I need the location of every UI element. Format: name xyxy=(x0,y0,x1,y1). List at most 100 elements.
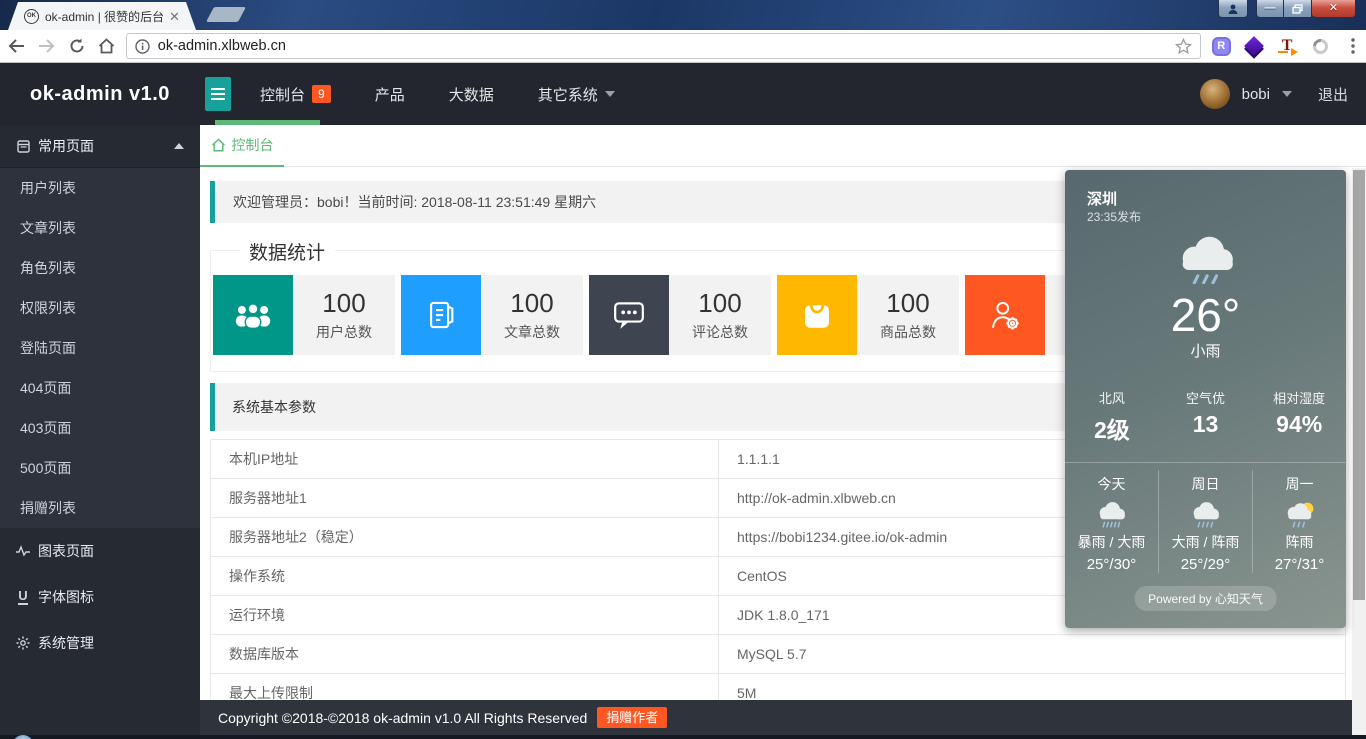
username[interactable]: bobi xyxy=(1242,86,1270,103)
app-logo: ok-admin v1.0 xyxy=(0,63,200,125)
sidebar-section-system-management[interactable]: 系统管理 xyxy=(0,620,200,666)
stat-label: 文章总数 xyxy=(504,322,560,342)
bookmark-star-icon[interactable] xyxy=(1175,38,1192,55)
reload-button[interactable] xyxy=(64,33,90,59)
table-row: 数据库版本 MySQL 5.7 xyxy=(211,635,1345,674)
stats-title: 数据统计 xyxy=(239,238,335,265)
users-icon xyxy=(213,275,293,355)
screenshot-root: OK ok-admin | 很赞的后台模 ✕ — ✕ xyxy=(0,0,1366,739)
browser-toolbar: ok-admin.xlbweb.cn R T xyxy=(0,30,1366,63)
restore-icon xyxy=(1292,4,1303,14)
sidebar-item-403-page[interactable]: 403页面 xyxy=(0,408,200,448)
tab-title: ok-admin | 很赞的后台模 xyxy=(45,8,163,25)
chevron-up-icon xyxy=(174,143,184,149)
minimize-button[interactable]: — xyxy=(1256,0,1284,18)
stat-card-comments: 100 评论总数 xyxy=(589,275,771,355)
weather-published: 23:35发布 xyxy=(1087,208,1141,225)
weather-forecast: 今天 暴雨 / 大雨 25°/30° 周日 xyxy=(1065,470,1346,573)
browser-titlebar: OK ok-admin | 很赞的后台模 ✕ — ✕ xyxy=(0,0,1366,30)
nav-item-bigdata[interactable]: 大数据 xyxy=(427,63,516,125)
reload-icon xyxy=(69,38,85,54)
hamburger-menu-button[interactable] xyxy=(205,77,231,111)
app-navbar: ok-admin v1.0 控制台 9 产品 大数据 其它系统 bobi 退出 xyxy=(0,63,1366,125)
stat-label: 评论总数 xyxy=(692,322,748,342)
comment-icon xyxy=(589,275,669,355)
forecast-monday: 周一 阵雨 27°/31° xyxy=(1252,470,1346,573)
logout-link[interactable]: 退出 xyxy=(1318,84,1348,105)
sidebar-item-500-page[interactable]: 500页面 xyxy=(0,448,200,488)
stat-value: 100 xyxy=(322,288,365,319)
close-button[interactable]: ✕ xyxy=(1312,0,1356,18)
sidebar-item-article-list[interactable]: 文章列表 xyxy=(0,208,200,248)
gear-icon xyxy=(16,636,30,650)
donate-author-button[interactable]: 捐赠作者 xyxy=(597,707,667,728)
breadcrumb-tab-console[interactable]: 控制台 xyxy=(200,125,284,167)
article-icon xyxy=(401,275,481,355)
app-footer: Copyright ©2018-©2018 ok-admin v1.0 All … xyxy=(200,700,1352,735)
stat-card-articles: 100 文章总数 xyxy=(401,275,583,355)
scrollbar-thumb[interactable] xyxy=(1353,170,1365,600)
window-controls: — ✕ xyxy=(1216,0,1356,18)
weather-metrics: 北风 2级 空气优 13 相对湿度 94% xyxy=(1065,388,1346,445)
sidebar-section-font-icons[interactable]: U 字体图标 xyxy=(0,574,200,620)
stat-card-products: 100 商品总数 xyxy=(777,275,959,355)
tab-close-icon[interactable]: ✕ xyxy=(169,10,180,23)
forward-button[interactable] xyxy=(34,33,60,59)
start-orb-icon[interactable] xyxy=(12,735,34,739)
humidity-metric: 相对湿度 94% xyxy=(1252,388,1346,445)
user-chevron-down-icon[interactable] xyxy=(1282,91,1292,97)
extension-diamond-icon[interactable] xyxy=(1241,33,1267,59)
favicon-icon: OK xyxy=(24,9,39,24)
extension-disabled-icon[interactable] xyxy=(1307,33,1333,59)
home-icon xyxy=(98,38,115,54)
stat-value: 100 xyxy=(698,288,741,319)
maximize-button[interactable] xyxy=(1284,0,1312,18)
sidebar-item-login-page[interactable]: 登陆页面 xyxy=(0,328,200,368)
sidebar-item-role-list[interactable]: 角色列表 xyxy=(0,248,200,288)
user-gear-icon xyxy=(965,275,1045,355)
address-bar[interactable]: ok-admin.xlbweb.cn xyxy=(126,33,1202,59)
extension-translate-icon[interactable]: T xyxy=(1274,33,1300,59)
sidebar-section-common-pages[interactable]: 常用页面 xyxy=(0,125,200,168)
weather-city: 深圳 xyxy=(1087,188,1117,209)
wind-metric: 北风 2级 xyxy=(1065,388,1159,445)
stat-value: 100 xyxy=(510,288,553,319)
page-scrollbar[interactable] xyxy=(1352,168,1366,735)
back-button[interactable] xyxy=(4,33,30,59)
sidebar-item-permission-list[interactable]: 权限列表 xyxy=(0,288,200,328)
page-info-icon[interactable] xyxy=(135,39,150,54)
sun-shower-icon xyxy=(1253,500,1346,530)
sidebar-item-donate-list[interactable]: 捐赠列表 xyxy=(0,488,200,528)
nav-item-console[interactable]: 控制台 9 xyxy=(238,63,353,125)
sidebar-item-user-list[interactable]: 用户列表 xyxy=(0,168,200,208)
stat-label: 商品总数 xyxy=(880,322,936,342)
browser-tab[interactable]: OK ok-admin | 很赞的后台模 ✕ xyxy=(8,2,196,30)
home-button[interactable] xyxy=(94,33,120,59)
stat-cards: 100 用户总数 100 文章总数 xyxy=(213,275,1147,355)
avatar[interactable] xyxy=(1200,79,1230,109)
rain-icon xyxy=(1159,500,1252,530)
sidebar-item-404-page[interactable]: 404页面 xyxy=(0,368,200,408)
nav-item-product[interactable]: 产品 xyxy=(353,63,427,125)
nav-item-other-systems[interactable]: 其它系统 xyxy=(516,63,637,125)
heavy-rain-icon xyxy=(1065,500,1158,530)
weather-powered-by: Powered by 心知天气 xyxy=(1134,586,1277,611)
top-menu: 控制台 9 产品 大数据 其它系统 xyxy=(238,63,637,125)
profile-button[interactable] xyxy=(1218,0,1248,18)
home-outline-icon xyxy=(211,138,226,152)
weather-condition: 小雨 xyxy=(1065,340,1346,361)
forward-icon xyxy=(38,39,55,53)
user-area: bobi 退出 xyxy=(1200,63,1348,125)
stat-value: 100 xyxy=(886,288,929,319)
underline-u-icon: U xyxy=(16,590,30,604)
sidebar-section-chart-pages[interactable]: 图表页面 xyxy=(0,528,200,574)
chevron-down-icon xyxy=(605,91,615,97)
extension-r-icon[interactable]: R xyxy=(1208,33,1234,59)
url-text[interactable]: ok-admin.xlbweb.cn xyxy=(158,38,1168,54)
new-tab-button[interactable] xyxy=(206,7,246,22)
copyright-text: Copyright ©2018-©2018 ok-admin v1.0 All … xyxy=(218,710,587,726)
browser-menu-button[interactable] xyxy=(1340,33,1366,59)
person-icon xyxy=(1227,3,1239,15)
taskbar-strip xyxy=(0,735,1366,739)
weather-temperature: 26° xyxy=(1065,288,1346,342)
